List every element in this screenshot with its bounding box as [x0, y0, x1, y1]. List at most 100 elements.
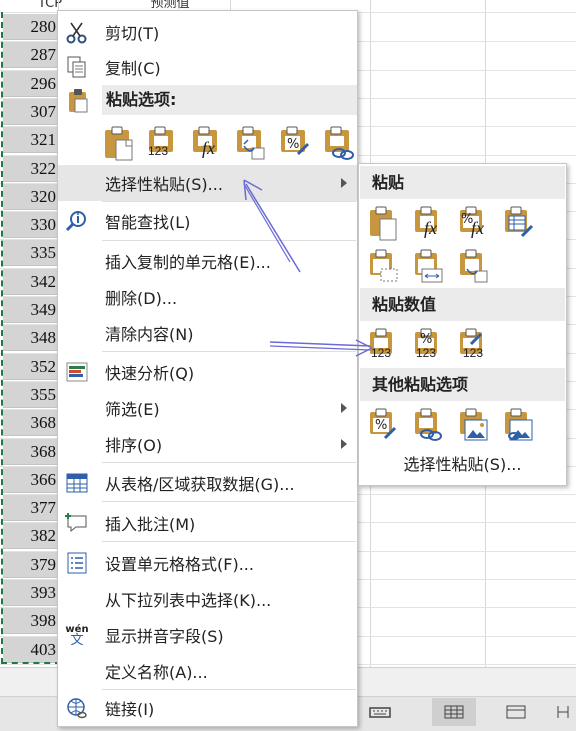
- page-view-icon: [506, 705, 526, 719]
- submenu-header-paste: 粘贴: [360, 166, 565, 199]
- paste-options-header: 粘贴选项:: [102, 85, 357, 115]
- submenu-header-other-paste: 其他粘贴选项: [360, 368, 565, 401]
- view-page-layout-button[interactable]: [432, 698, 476, 726]
- paste-option-formatting[interactable]: %: [278, 126, 312, 162]
- submenu-values[interactable]: 123: [367, 328, 401, 364]
- menu-item-smart-lookup[interactable]: 智能查找(L): [58, 203, 357, 239]
- menu-item-delete[interactable]: 删除(D)...: [58, 279, 357, 315]
- submenu-values-number-format[interactable]: % 123: [412, 328, 446, 364]
- submenu-paste-formulas[interactable]: fx: [412, 206, 446, 242]
- icon-text: %: [420, 332, 433, 347]
- menu-separator: [102, 501, 356, 502]
- menu-item-label: 插入复制的单元格(E)...: [105, 253, 271, 272]
- icon-text: fx: [202, 138, 215, 158]
- view-normal-button[interactable]: [358, 698, 402, 726]
- page-break-icon: [557, 706, 569, 718]
- paste-option-formulas[interactable]: fx: [190, 126, 224, 162]
- grid-view-icon: [444, 705, 464, 719]
- menu-item-cut[interactable]: 剪切(T): [58, 14, 357, 50]
- menu-item-insert-comment[interactable]: 插入批注(M): [58, 505, 357, 541]
- icon-text: 123: [416, 346, 437, 360]
- paste-option-paste[interactable]: [102, 126, 136, 162]
- keyboard-icon: [369, 707, 391, 718]
- submenu-transpose[interactable]: [457, 249, 491, 285]
- menu-item-label: 从下拉列表中选择(K)...: [105, 591, 272, 610]
- submenu-paste-special-link[interactable]: 选择性粘贴(S)...: [359, 451, 566, 475]
- transpose-icon: [237, 126, 265, 160]
- submenu-keep-source-formatting[interactable]: [502, 206, 536, 242]
- menu-item-copy[interactable]: 复制(C): [58, 49, 357, 85]
- menu-item-label: 插入批注(M): [105, 515, 196, 534]
- menu-item-label: 智能查找(L): [105, 213, 191, 232]
- menu-item-filter[interactable]: 筛选(E): [58, 390, 357, 426]
- paste-option-link[interactable]: [322, 126, 356, 162]
- menu-item-label: 清除内容(N): [105, 325, 194, 344]
- icon-text: %: [375, 418, 388, 433]
- format-cells-icon: [64, 550, 90, 576]
- view-page-break-button[interactable]: [494, 698, 538, 726]
- no-borders-icon: [370, 249, 398, 282]
- menu-separator: [102, 201, 356, 202]
- submenu-values-source-formatting[interactable]: 123: [457, 328, 491, 364]
- submenu-keep-column-widths[interactable]: [412, 249, 446, 285]
- linked-picture-icon: [505, 408, 533, 441]
- context-menu: 剪切(T) 复制(C) 粘贴选项: 123 fx % 选择性粘贴(S)... 智…: [57, 10, 358, 727]
- paste-clipboard-icon: [66, 88, 92, 114]
- menu-item-label: 链接(I): [105, 700, 155, 719]
- menu-item-define-name[interactable]: 定义名称(A)...: [58, 653, 357, 689]
- quick-analysis-icon: [64, 359, 90, 385]
- menu-item-label: 复制(C): [105, 59, 161, 78]
- copy-icon: [64, 54, 90, 80]
- submenu-no-borders[interactable]: [367, 249, 401, 285]
- paste-icon: [370, 206, 397, 241]
- view-preview-button[interactable]: [550, 698, 576, 726]
- phonetic-icon: wén 文: [64, 622, 90, 648]
- icon-text: fx: [471, 218, 484, 238]
- menu-item-pick-from-list[interactable]: 从下拉列表中选择(K)...: [58, 581, 357, 617]
- menu-item-label: 排序(O): [105, 436, 163, 455]
- paste-option-values[interactable]: 123: [146, 126, 180, 162]
- phonetic-icon-char: 文: [70, 633, 84, 648]
- icon-text: fx: [424, 218, 437, 238]
- submenu-header-paste-values: 粘贴数值: [360, 288, 565, 321]
- menu-item-format-cells[interactable]: 设置单元格格式(F)...: [58, 545, 357, 581]
- paste-link-icon: [325, 126, 354, 160]
- copy-selection-border: [1, 12, 61, 664]
- menu-item-label: 从表格/区域获取数据(G)...: [105, 475, 295, 494]
- submenu-arrow-icon: [341, 439, 347, 449]
- menu-item-label: 选择性粘贴(S)...: [105, 175, 223, 194]
- paste-option-transpose[interactable]: [234, 126, 268, 162]
- menu-item-label: 筛选(E): [105, 400, 160, 419]
- transpose-icon: [460, 249, 488, 283]
- icon-text: %: [287, 137, 300, 152]
- menu-item-label: 定义名称(A)...: [105, 663, 208, 682]
- menu-separator: [102, 351, 356, 352]
- picture-icon: [460, 408, 488, 441]
- submenu-formatting[interactable]: %: [367, 408, 401, 444]
- table-icon: [64, 470, 90, 496]
- menu-item-clear-contents[interactable]: 清除内容(N): [58, 315, 357, 351]
- submenu-paste-all[interactable]: [367, 206, 401, 242]
- menu-item-link[interactable]: 链接(I): [58, 690, 357, 726]
- menu-item-paste-special[interactable]: 选择性粘贴(S)...: [58, 165, 357, 201]
- menu-separator: [102, 541, 356, 542]
- menu-item-label: 设置单元格格式(F)...: [105, 555, 254, 574]
- paste-icon: [105, 126, 133, 161]
- submenu-arrow-icon: [341, 403, 347, 413]
- submenu-paste-formulas-number-format[interactable]: % fx: [457, 206, 491, 242]
- menu-item-label: 显示拼音字段(S): [105, 627, 224, 646]
- menu-separator: [102, 462, 356, 463]
- submenu-arrow-icon: [341, 178, 347, 188]
- submenu-picture[interactable]: [457, 408, 491, 444]
- submenu-paste-link[interactable]: [412, 408, 446, 444]
- icon-text: 123: [148, 144, 169, 158]
- menu-item-sort[interactable]: 排序(O): [58, 426, 357, 462]
- smart-lookup-icon: [64, 208, 90, 234]
- paste-special-submenu: 粘贴 fx % fx 粘贴数值 123 % 123 123 其他粘贴选项 % 选…: [358, 163, 567, 486]
- menu-item-insert-copied-cells[interactable]: 插入复制的单元格(E)...: [58, 243, 357, 279]
- menu-item-show-phonetic[interactable]: wén 文 显示拼音字段(S): [58, 617, 357, 653]
- column-width-icon: [415, 249, 443, 283]
- menu-item-get-data[interactable]: 从表格/区域获取数据(G)...: [58, 465, 357, 501]
- submenu-linked-picture[interactable]: [502, 408, 536, 444]
- menu-item-quick-analysis[interactable]: 快速分析(Q): [58, 354, 357, 390]
